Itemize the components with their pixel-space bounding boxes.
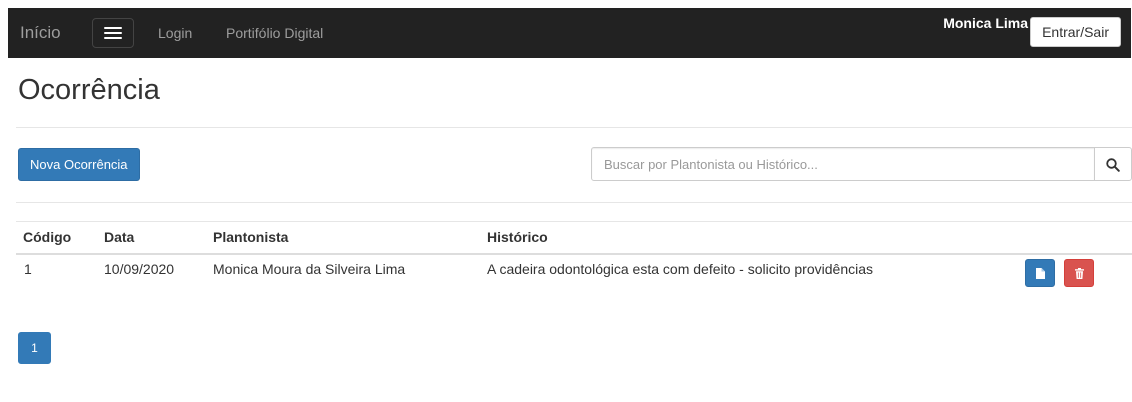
hamburger-icon-bar bbox=[104, 27, 122, 29]
table-top-border bbox=[16, 221, 1132, 222]
new-occurrence-button[interactable]: Nova Ocorrência bbox=[18, 148, 140, 181]
login-logout-button[interactable]: Entrar/Sair bbox=[1030, 17, 1121, 47]
view-document-button[interactable] bbox=[1025, 259, 1055, 287]
cell-codigo: 1 bbox=[24, 261, 32, 277]
column-header-plantonista: Plantonista bbox=[213, 229, 289, 245]
nav-link-portfolio[interactable]: Portifólio Digital bbox=[226, 8, 323, 58]
page-title: Ocorrência bbox=[18, 74, 160, 106]
cell-historico: A cadeira odontológica esta com defeito … bbox=[487, 261, 873, 277]
column-header-codigo: Código bbox=[23, 229, 72, 245]
delete-button[interactable] bbox=[1064, 259, 1094, 287]
brand-link[interactable]: Início bbox=[20, 8, 61, 58]
cell-plantonista: Monica Moura da Silveira Lima bbox=[213, 261, 406, 277]
hamburger-icon-bar bbox=[104, 32, 122, 34]
divider bbox=[16, 202, 1132, 203]
search-icon bbox=[1106, 158, 1120, 172]
hamburger-icon-bar bbox=[104, 37, 122, 39]
table-header-border bbox=[16, 253, 1132, 255]
cell-data: 10/09/2020 bbox=[104, 261, 175, 277]
search-button[interactable] bbox=[1094, 147, 1132, 181]
nav-link-login[interactable]: Login bbox=[158, 8, 192, 58]
column-header-historico: Histórico bbox=[487, 229, 548, 245]
column-header-data: Data bbox=[104, 229, 135, 245]
pagination-page-1[interactable]: 1 bbox=[18, 332, 51, 364]
document-icon bbox=[1036, 268, 1045, 279]
divider bbox=[16, 127, 1132, 128]
user-name: Monica Lima bbox=[943, 15, 1028, 31]
trash-icon bbox=[1075, 268, 1084, 279]
search-input[interactable] bbox=[591, 147, 1095, 181]
menu-toggle-button[interactable] bbox=[92, 18, 134, 48]
top-navbar: Início Login Portifólio Digital Monica L… bbox=[8, 8, 1131, 58]
